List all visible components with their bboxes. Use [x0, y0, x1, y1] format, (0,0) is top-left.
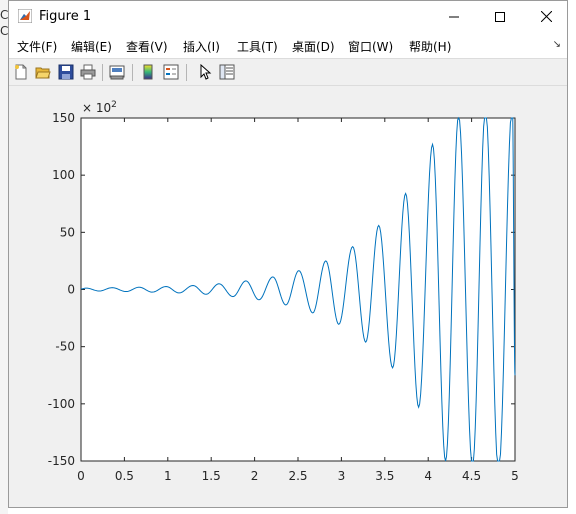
- open-file-icon[interactable]: [35, 64, 51, 80]
- maximize-button[interactable]: [477, 1, 523, 32]
- edit-plot-icon[interactable]: [197, 64, 213, 80]
- menu-window[interactable]: 窗口(W): [348, 38, 393, 55]
- property-inspector-icon[interactable]: [219, 64, 235, 80]
- figure-toolbar: [9, 58, 567, 86]
- new-figure-icon[interactable]: [13, 64, 29, 80]
- menu-view[interactable]: 查看(V): [126, 38, 168, 55]
- matlab-logo-icon: [18, 9, 32, 23]
- save-icon[interactable]: [58, 64, 74, 80]
- link-figure-icon[interactable]: [109, 64, 125, 80]
- menu-help[interactable]: 帮助(H): [409, 38, 451, 55]
- y-tick-label: -150: [48, 454, 75, 468]
- close-button[interactable]: [523, 1, 569, 32]
- menu-edit[interactable]: 编辑(E): [71, 38, 112, 55]
- y-tick-label: -100: [48, 397, 75, 411]
- insert-colorbar-icon[interactable]: [140, 64, 156, 80]
- minimize-icon: [449, 16, 459, 17]
- x-tick-label: 3: [338, 469, 346, 483]
- menu-desktop[interactable]: 桌面(D): [292, 38, 335, 55]
- y-tick-label: 150: [52, 111, 75, 125]
- y-tick-label: -50: [55, 340, 75, 354]
- x-tick-label: 1: [164, 469, 172, 483]
- background-window-fragment: C C: [0, 0, 8, 514]
- x-tick-label: 4: [424, 469, 432, 483]
- menu-tools[interactable]: 工具(T): [237, 38, 278, 55]
- y-tick-label: 0: [67, 283, 75, 297]
- y-tick-label: 50: [60, 225, 75, 239]
- y-tick-label: 100: [52, 168, 75, 182]
- minimize-button[interactable]: [431, 1, 477, 32]
- menu-file[interactable]: 文件(F): [17, 38, 57, 55]
- x-tick-label: 0: [77, 469, 85, 483]
- x-tick-label: 1.5: [202, 469, 221, 483]
- close-icon: [540, 11, 552, 22]
- menu-bar: 文件(F) 编辑(E) 查看(V) 插入(I) 工具(T) 桌面(D) 窗口(W…: [9, 32, 567, 58]
- x-tick-label: 2.5: [288, 469, 307, 483]
- plot-area: 0 0.5 1 1.5 2 2.5 3 3.5 4 4.5 5 -150 -100 -50 0 50 100 15…: [48, 100, 519, 483]
- title-bar[interactable]: Figure 1: [9, 1, 567, 32]
- y-exponent-power: 2: [111, 100, 117, 110]
- x-tick-label: 0.5: [115, 469, 134, 483]
- y-exponent-base: × 10: [82, 101, 111, 115]
- x-tick-label: 4.5: [462, 469, 481, 483]
- toolbar-separator: [132, 64, 133, 81]
- maximize-icon: [495, 11, 505, 22]
- print-icon[interactable]: [80, 64, 96, 80]
- toolbar-separator: [102, 64, 103, 81]
- dock-arrow-icon[interactable]: ↘: [553, 39, 561, 50]
- y-exponent-label: × 102: [82, 100, 117, 115]
- toolbar-separator: [186, 64, 187, 81]
- window-title: Figure 1: [39, 9, 92, 24]
- x-tick-label: 3.5: [375, 469, 394, 483]
- menu-insert[interactable]: 插入(I): [183, 38, 220, 55]
- figure-window: Figure 1 文件(F) 编辑(E) 查看(V) 插入(I) 工具(T) 桌…: [8, 0, 568, 508]
- insert-legend-icon[interactable]: [163, 64, 179, 80]
- x-tick-label: 2: [251, 469, 259, 483]
- x-tick-label: 5: [511, 469, 519, 483]
